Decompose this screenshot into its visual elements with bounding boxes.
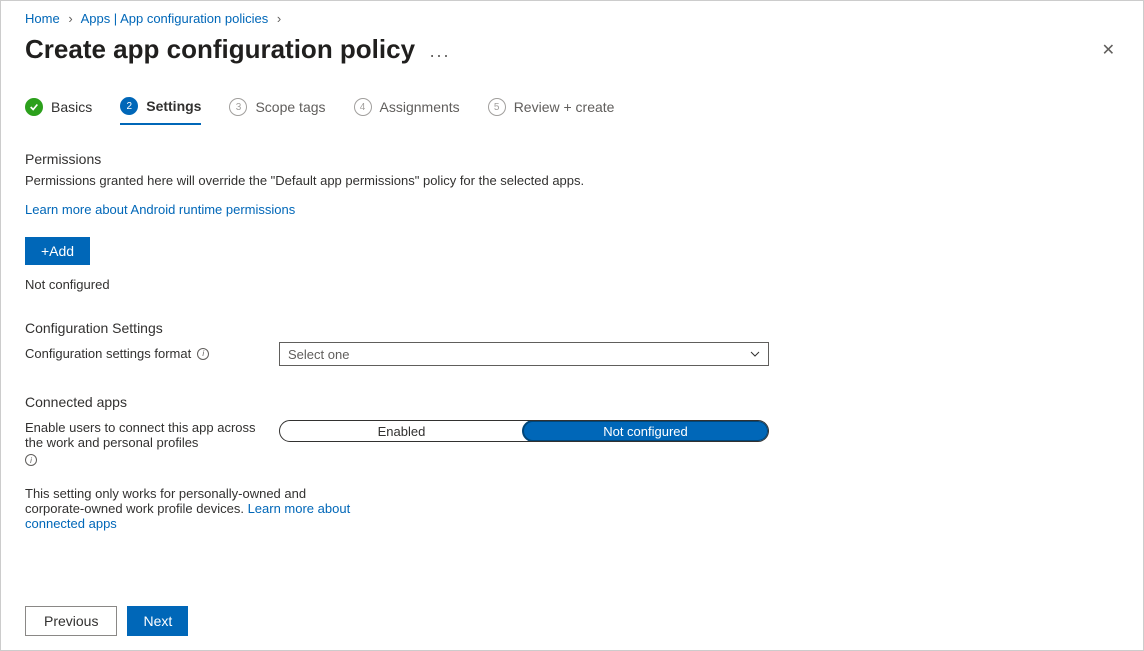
connected-apps-toggle-label: Enable users to connect this app across … <box>25 420 279 466</box>
breadcrumb-link-home[interactable]: Home <box>25 11 60 26</box>
step-number: 2 <box>120 97 138 115</box>
tab-label: Settings <box>146 98 201 114</box>
more-button[interactable]: ··· <box>429 45 450 66</box>
tab-label: Assignments <box>380 99 460 115</box>
breadcrumb-link-apps[interactable]: Apps | App configuration policies <box>81 11 269 26</box>
config-format-label: Configuration settings format i <box>25 342 279 361</box>
chevron-down-icon <box>750 349 760 360</box>
step-number: 3 <box>229 98 247 116</box>
config-heading: Configuration Settings <box>25 320 1119 336</box>
connected-apps-note: This setting only works for personally-o… <box>25 486 355 531</box>
chevron-right-icon: › <box>277 11 281 26</box>
tab-review-create[interactable]: 5 Review + create <box>488 98 615 124</box>
toggle-option-enabled[interactable]: Enabled <box>280 421 523 441</box>
footer: Previous Next <box>1 592 1143 650</box>
tab-settings[interactable]: 2 Settings <box>120 97 201 125</box>
tab-label: Scope tags <box>255 99 325 115</box>
check-icon <box>25 98 43 116</box>
info-icon[interactable]: i <box>25 454 37 466</box>
tab-basics[interactable]: Basics <box>25 98 92 124</box>
step-number: 5 <box>488 98 506 116</box>
tab-scope-tags[interactable]: 3 Scope tags <box>229 98 325 124</box>
config-format-select[interactable]: Select one <box>279 342 769 366</box>
tab-label: Basics <box>51 99 92 115</box>
page-title: Create app configuration policy <box>25 34 415 65</box>
info-icon[interactable]: i <box>197 348 209 360</box>
permissions-heading: Permissions <box>25 151 1119 167</box>
permissions-status: Not configured <box>25 277 1119 292</box>
permissions-learn-more-link[interactable]: Learn more about Android runtime permiss… <box>25 202 295 217</box>
previous-button[interactable]: Previous <box>25 606 117 636</box>
add-button[interactable]: +Add <box>25 237 90 265</box>
permissions-description: Permissions granted here will override t… <box>25 173 1119 188</box>
next-button[interactable]: Next <box>127 606 188 636</box>
toggle-option-not-configured[interactable]: Not configured <box>522 420 769 442</box>
connected-apps-toggle[interactable]: Enabled Not configured <box>279 420 769 442</box>
select-placeholder: Select one <box>288 347 349 362</box>
connected-apps-heading: Connected apps <box>25 394 1119 410</box>
tab-label: Review + create <box>514 99 615 115</box>
breadcrumb: Home › Apps | App configuration policies… <box>1 1 1143 28</box>
step-number: 4 <box>354 98 372 116</box>
page-header: Create app configuration policy ··· ✕ <box>1 28 1143 69</box>
close-icon[interactable]: ✕ <box>1098 36 1119 64</box>
chevron-right-icon: › <box>68 11 72 26</box>
wizard-tabs: Basics 2 Settings 3 Scope tags 4 Assignm… <box>25 97 1119 125</box>
tab-assignments[interactable]: 4 Assignments <box>354 98 460 124</box>
